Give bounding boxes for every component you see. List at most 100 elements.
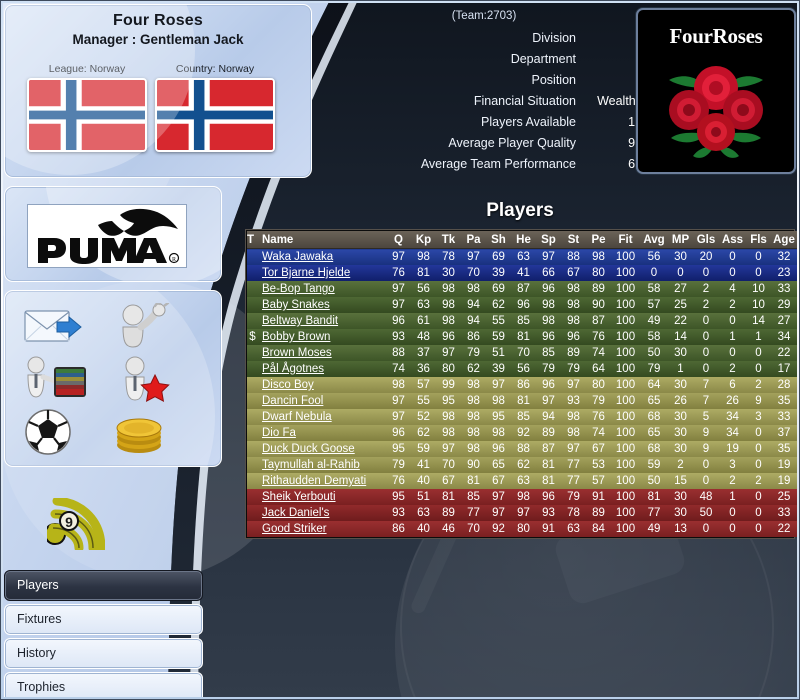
player-name-link[interactable]: Good Striker [262,523,327,535]
table-row[interactable]: Sheik Yerbouti 95 51 81 85 97 98 96 79 91 100 81 30 4… [247,489,797,505]
player-name-link[interactable]: Pål Ågotnes [262,363,324,375]
player-name-link[interactable]: Tor Bjarne Hjelde [262,267,350,279]
table-row[interactable]: Rithaudden Demyati 76 40 67 81 67 63 81 77 57 100 5… [247,473,797,489]
table-row[interactable]: Brown Moses 88 37 97 79 51 70 85 89 74 100 50 30 0 0 0 2… [247,345,797,361]
player-gls-cell: 5 [693,409,719,425]
player-ass-cell: 26 [719,393,746,409]
column-header-q[interactable]: Q [386,231,411,249]
player-name-link[interactable]: Be-Bop Tango [262,283,335,295]
table-row[interactable]: Baby Snakes 97 63 98 94 62 96 98 98 90 100 57 25 2 2 10… [247,297,797,313]
table-row[interactable]: Jack Daniel's 93 63 89 77 97 97 93 78 89 100 77 30 50… [247,505,797,521]
player-st-cell: 77 [561,457,586,473]
player-q-cell: 95 [386,489,411,505]
column-header-sp[interactable]: Sp [536,231,561,249]
table-row[interactable]: Waka Jawaka 97 98 78 97 69 63 97 88 98 100 56 30 20 0 0… [247,248,797,265]
player-name-cell[interactable]: Beltway Bandit [258,313,386,329]
nav-tab-fixtures[interactable]: Fixtures [4,604,203,635]
puma-logo[interactable]: R [27,204,187,268]
table-row[interactable]: Beltway Bandit 96 61 98 94 55 85 98 98 87 100 49 22 0… [247,313,797,329]
player-name-cell[interactable]: Good Striker [258,521,386,537]
column-header-name[interactable]: Name [258,231,386,249]
nav-tab-players[interactable]: Players [4,570,203,601]
player-name-link[interactable]: Rithaudden Demyati [262,475,366,487]
table-row[interactable]: Good Striker 86 40 46 70 92 80 91 63 84 100 49 13 0 0 0… [247,521,797,537]
player-name-cell[interactable]: Disco Boy [258,377,386,393]
column-header-mp[interactable]: MP [668,231,693,249]
player-name-cell[interactable]: Taymullah al-Rahib [258,457,386,473]
player-name-cell[interactable]: Duck Duck Goose [258,441,386,457]
player-gls-cell: 2 [693,281,719,297]
player-name-link[interactable]: Disco Boy [262,379,314,391]
nav-tab-trophies[interactable]: Trophies [4,672,203,700]
table-row[interactable]: Tor Bjarne Hjelde 76 81 30 70 39 41 66 67 80 100 0 0… [247,265,797,281]
column-header-kp[interactable]: Kp [411,231,436,249]
player-name-cell[interactable]: Dancin Fool [258,393,386,409]
nav-tab-history[interactable]: History [4,638,203,669]
player-st-cell: 63 [561,521,586,537]
table-row[interactable]: Taymullah al-Rahib 79 41 70 90 65 62 81 77 53 100 5… [247,457,797,473]
coins-finance-icon[interactable] [111,407,195,459]
player-name-link[interactable]: Baby Snakes [262,299,330,311]
player-name-link[interactable]: Jack Daniel's [262,507,329,519]
player-name-link[interactable]: Duck Duck Goose [262,443,355,455]
star-player-icon[interactable] [111,355,195,407]
player-name-link[interactable]: Sheik Yerbouti [262,491,336,503]
mail-inbox-icon[interactable] [23,303,107,355]
coach-waving-icon[interactable] [111,303,195,355]
table-row[interactable]: Dancin Fool 97 55 95 98 98 81 97 93 79 100 65 26 7 26 9… [247,393,797,409]
column-header-age[interactable]: Age [771,231,797,249]
table-row[interactable]: $ Bobby Brown 93 48 96 86 59 81 96 96 76 100 58 14 0 1 1… [247,329,797,345]
player-st-cell: 98 [561,297,586,313]
table-row[interactable]: Pål Ågotnes 74 36 80 62 39 56 79 79 64 100 79 1 0 2 0 17 [247,361,797,377]
player-name-cell[interactable]: Brown Moses [258,345,386,361]
player-name-cell[interactable]: Rithaudden Demyati [258,473,386,489]
player-pa-cell: 81 [461,473,486,489]
player-name-cell[interactable]: Jack Daniel's [258,505,386,521]
column-header-gls[interactable]: Gls [693,231,719,249]
player-name-link[interactable]: Dio Fa [262,427,296,439]
nav-tab-label: Fixtures [17,612,62,626]
column-header-pa[interactable]: Pa [461,231,486,249]
football-icon[interactable] [23,407,107,459]
table-row[interactable]: Duck Duck Goose 95 59 97 98 96 88 87 97 67 100 68 30… [247,441,797,457]
norway-flag-icon[interactable] [27,78,147,152]
column-header-he[interactable]: He [511,231,536,249]
column-header-avg[interactable]: Avg [640,231,668,249]
player-name-cell[interactable]: Tor Bjarne Hjelde [258,265,386,281]
player-he-cell: 63 [511,473,536,489]
player-name-cell[interactable]: Baby Snakes [258,297,386,313]
player-pe-cell: 90 [586,297,611,313]
table-row[interactable]: Dwarf Nebula 97 52 98 98 95 85 94 98 76 100 68 30 5 34… [247,409,797,425]
column-header-t[interactable]: T [247,231,258,249]
column-header-pe[interactable]: Pe [586,231,611,249]
table-row[interactable]: Be-Bop Tango 97 56 98 98 69 87 96 98 89 100 58 27 2 4 1… [247,281,797,297]
column-header-tk[interactable]: Tk [436,231,461,249]
player-name-link[interactable]: Beltway Bandit [262,315,338,327]
player-name-cell[interactable]: Bobby Brown [258,329,386,345]
table-row[interactable]: Dio Fa 96 62 98 98 98 92 89 98 74 100 65 30 9 34 0 37 [247,425,797,441]
player-name-cell[interactable]: Dio Fa [258,425,386,441]
player-name-cell[interactable]: Be-Bop Tango [258,281,386,297]
player-name-cell[interactable]: Pål Ågotnes [258,361,386,377]
club-crest[interactable]: FourRoses [636,8,796,174]
player-st-cell: 89 [561,345,586,361]
player-name-link[interactable]: Bobby Brown [262,331,330,343]
norway-flag-icon[interactable] [155,78,275,152]
player-name-cell[interactable]: Waka Jawaka [258,248,386,265]
player-name-link[interactable]: Dwarf Nebula [262,411,332,423]
player-name-link[interactable]: Dancin Fool [262,395,323,407]
player-pa-cell: 98 [461,425,486,441]
column-header-fls[interactable]: Fls [746,231,771,249]
table-row[interactable]: Disco Boy 98 57 99 98 97 86 96 97 80 100 64 30 7 6 2 28 [247,377,797,393]
column-header-st[interactable]: St [561,231,586,249]
player-mp-cell: 0 [668,265,693,281]
player-name-link[interactable]: Waka Jawaka [262,251,333,263]
column-header-sh[interactable]: Sh [486,231,511,249]
column-header-fit[interactable]: Fit [611,231,640,249]
player-name-link[interactable]: Brown Moses [262,347,332,359]
player-name-cell[interactable]: Dwarf Nebula [258,409,386,425]
player-name-link[interactable]: Taymullah al-Rahib [262,459,360,471]
player-name-cell[interactable]: Sheik Yerbouti [258,489,386,505]
column-header-ass[interactable]: Ass [719,231,746,249]
staff-tactics-board-icon[interactable] [23,355,107,407]
